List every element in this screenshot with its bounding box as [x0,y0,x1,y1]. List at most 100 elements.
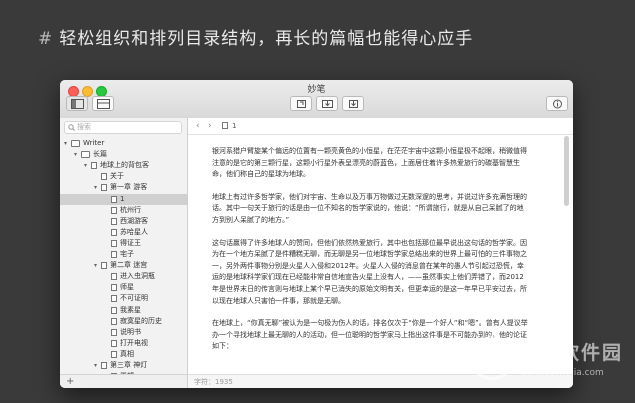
toggle-sidebar-button[interactable] [66,96,88,111]
disclosure-triangle-icon[interactable]: ▾ [94,360,97,371]
search-input[interactable]: 搜索 [64,121,182,134]
character-count: 字符：1935 [194,378,233,386]
sidebar-footer: + [60,374,187,388]
search-placeholder: 搜索 [77,123,91,131]
forward-arrow-icon[interactable]: › [208,118,212,134]
layout-icon [97,99,110,109]
document-icon [101,262,107,270]
document-icon [111,273,117,281]
tree-item[interactable]: 真相 [60,349,187,360]
document-icon [101,173,107,181]
tree-item[interactable]: 打开电视 [60,338,187,349]
disclosure-triangle-icon[interactable]: ▾ [94,260,97,271]
tree-item-label: 第三章 神灯 [110,361,148,369]
tree-item-label: 真相 [120,349,134,358]
tree-item[interactable]: 苏哈星人 [60,227,187,238]
document-icon [91,162,97,170]
tree-item[interactable]: 我素星 [60,305,187,316]
archive-button[interactable] [316,96,338,111]
disclosure-triangle-icon[interactable]: ▾ [84,160,87,171]
tree-item-label: 杭州行 [120,205,141,214]
export-button[interactable] [342,96,364,111]
document-icon [111,350,117,358]
document-icon [111,284,117,292]
disclosure-triangle-icon[interactable]: ▾ [64,138,67,149]
tree-item-label: 宅子 [120,250,134,258]
document-icon [111,306,117,314]
tree-item-label: 第二章 迷宫 [110,261,148,270]
tree-item-label: 1 [120,194,125,203]
tree-item[interactable]: 宅子 [60,249,187,260]
tree-item-label: 说明书 [120,327,141,336]
document-icon [111,195,117,203]
breadcrumb-title: 1 [232,122,237,130]
tree-item[interactable]: 杭州行 [60,205,187,216]
folder-icon [81,151,90,159]
disclosure-triangle-icon[interactable]: ▾ [94,182,97,193]
tree-item-label: 打开电视 [120,338,148,347]
tree-item-label: 关于 [110,172,124,181]
document-icon [111,228,117,236]
disclosure-triangle-icon[interactable]: ▾ [74,149,77,160]
tree-item[interactable]: ▾ 第三章 神灯 [60,360,187,371]
tree-item[interactable]: ▾ 地球上的背包客 [60,160,187,171]
breadcrumb: ‹ › 1 [188,118,573,135]
title-bar: 妙笔 [60,80,573,119]
tree-item[interactable]: 寂寞星的历史 [60,316,187,327]
sidebar: 搜索 ▾ Writer ▾ 长篇 ▾ 地球上的背包客关于 ▾ 第一章 游客 1 杭州行西湖游客苏哈… [60,118,188,388]
tree-item-label: 第一章 游客 [110,183,148,192]
tree-item-label: 得证王 [120,238,141,247]
expand-icon [297,100,306,108]
paragraph: 银河系猎户臂旋某个偏远的位置有一颗亮黄色的小恒星，在茫茫宇宙中这颗小恒星极不起眼… [212,147,527,179]
info-button[interactable] [546,96,568,111]
tree-item-label: 寂寞星的历史 [120,316,162,325]
search-icon [68,124,75,131]
tree-item-label: 长篇 [93,150,107,159]
paragraph: 地球上有过许多哲学家，他们对宇宙、生命以及万事万物做过无数深邃的思考，并说过许多… [212,192,527,224]
document-icon [101,362,107,369]
document-icon [111,295,117,303]
tree-item[interactable]: 得证王 [60,238,187,249]
document-icon [111,328,117,336]
toggle-toolbar-button[interactable] [92,96,114,111]
document-icon [111,317,117,325]
tree-item-label: Writer [83,139,105,147]
document-icon [111,251,117,258]
tree-item[interactable]: ▾ Writer [60,138,187,149]
document-icon [111,339,117,347]
download-icon [349,100,358,108]
watermark-logo-icon [470,336,514,380]
tree-item[interactable]: 进入虫洞瓶 [60,271,187,282]
tree-item-label: 不可证明 [120,294,148,303]
watermark-url: www.downxia.com [520,368,604,378]
tree-item[interactable]: ▾ 第二章 迷宫 [60,260,187,271]
tree-item[interactable]: ▾ 第一章 游客 [60,182,187,193]
tree-item[interactable]: ▾ 长篇 [60,149,187,160]
document-icon [101,184,107,192]
document-icon [111,239,117,247]
tree-item[interactable]: 说明书 [60,327,187,338]
sidebar-icon [71,99,84,109]
tree-item-label: 苏哈星人 [120,227,148,236]
tree-item[interactable]: 师星 [60,282,187,293]
document-icon [111,206,117,214]
tree-item-label: 地球上的背包客 [100,161,149,170]
editor-scrollbar[interactable] [564,136,569,206]
banner-hash: # [38,29,54,49]
inbox-icon [322,100,333,108]
document-icon [111,217,117,225]
document-icon [222,122,228,129]
tree-item[interactable]: 关于 [60,171,187,182]
tree-item[interactable]: 西湖游客 [60,216,187,227]
tree-item-label: 进入虫洞瓶 [120,272,155,281]
window-title: 妙笔 [307,85,326,95]
tree-item[interactable]: 1 [60,193,187,205]
tree-item-label: 西湖游客 [120,216,148,225]
back-arrow-icon[interactable]: ‹ [196,118,200,134]
add-document-button[interactable]: + [66,375,74,388]
info-icon [553,99,562,109]
tree-item-label: 师星 [120,283,134,292]
tree-item[interactable]: 不可证明 [60,293,187,304]
folder-icon [71,140,80,147]
fullscreen-button[interactable] [290,96,312,111]
